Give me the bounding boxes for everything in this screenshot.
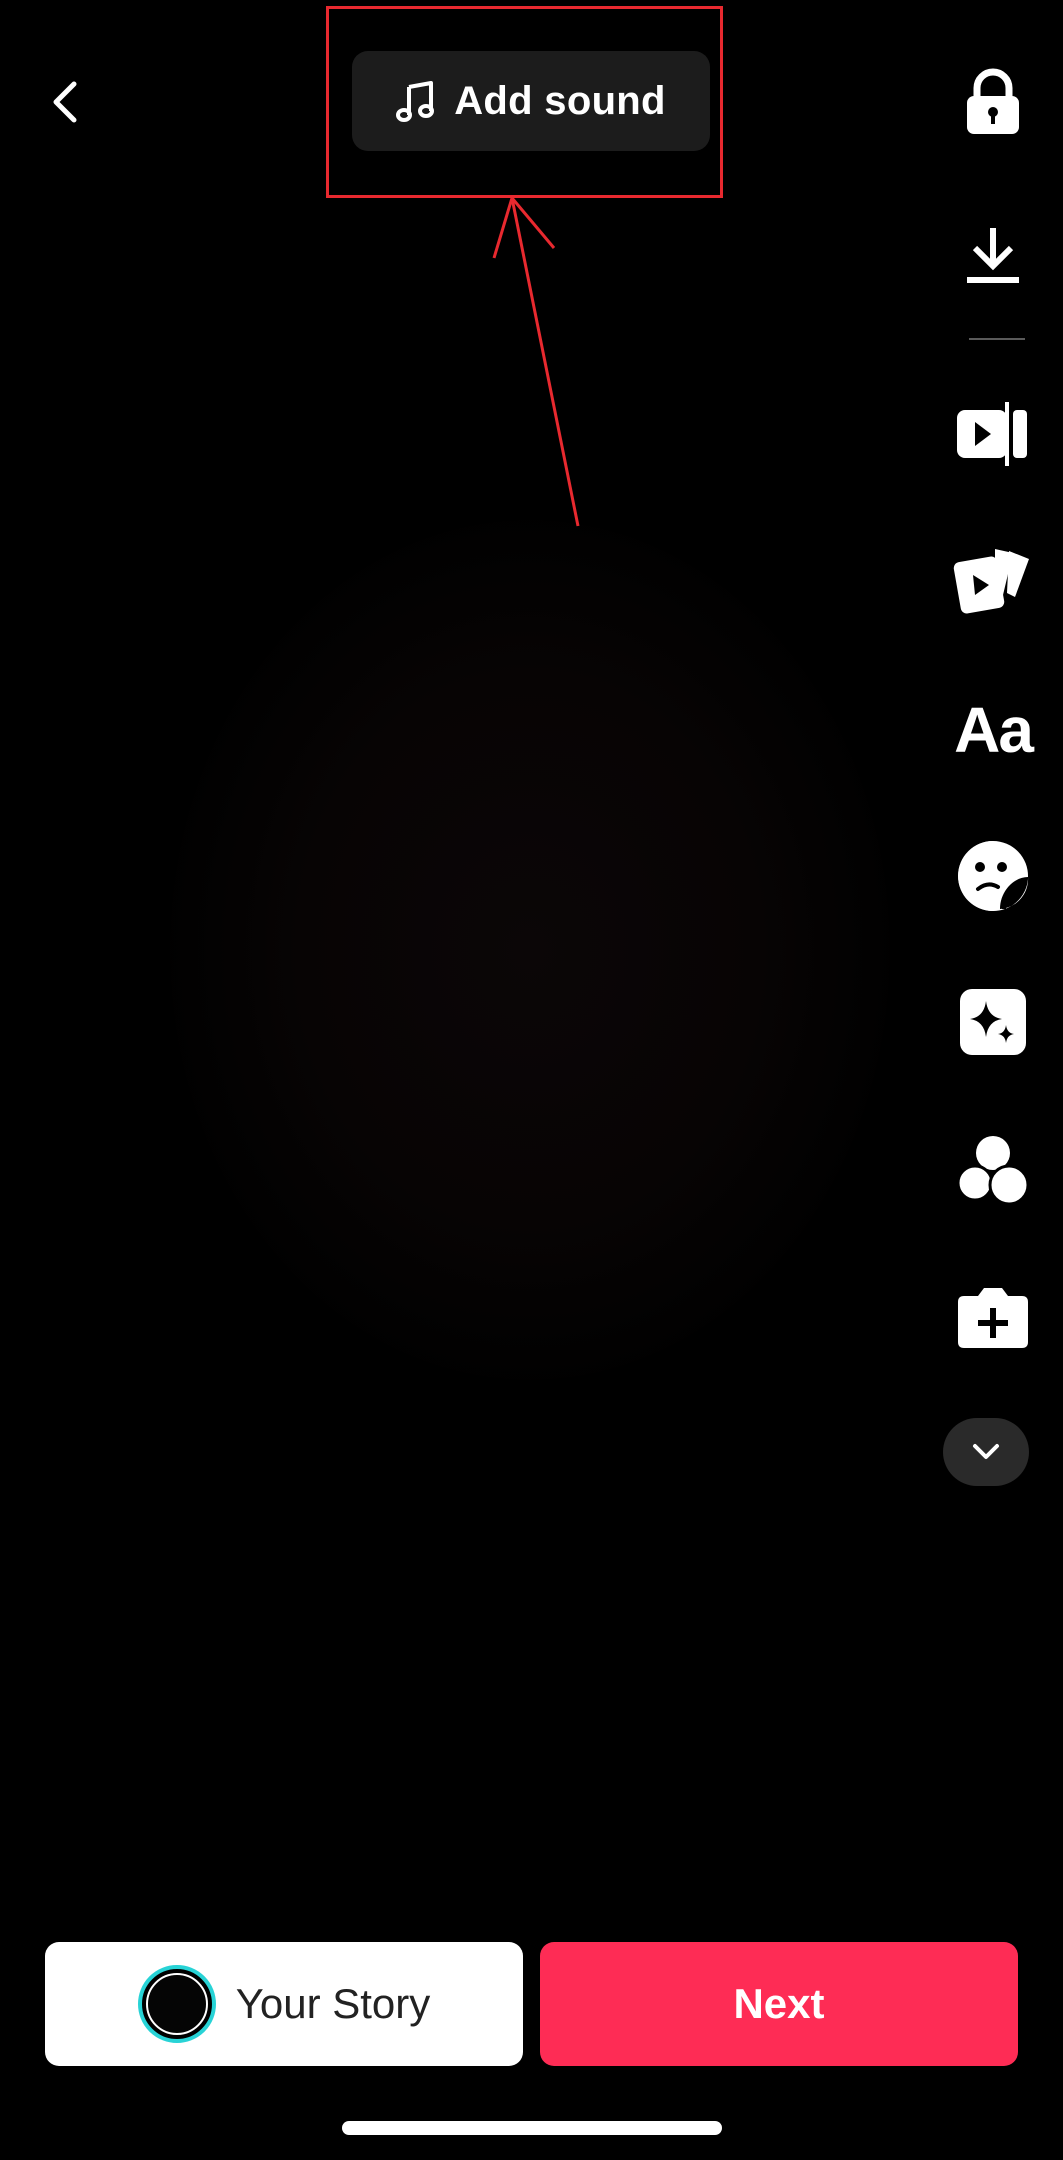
lock-icon xyxy=(967,68,1019,134)
download-icon xyxy=(967,228,1019,283)
sparkle-effects-icon xyxy=(960,989,1026,1055)
lock-button[interactable] xyxy=(943,52,1043,152)
edit-clip-icon xyxy=(957,402,1027,466)
filters-icon xyxy=(956,1136,1030,1206)
download-button[interactable] xyxy=(943,206,1043,306)
more-tools-button[interactable] xyxy=(943,1418,1029,1486)
effects-button[interactable] xyxy=(943,972,1043,1072)
stickers-button[interactable] xyxy=(943,826,1043,926)
video-preview xyxy=(170,520,890,1380)
chevron-left-icon xyxy=(53,81,77,123)
filters-button[interactable] xyxy=(943,1120,1043,1220)
annotation-highlight-box xyxy=(326,6,723,198)
templates-icon xyxy=(953,549,1029,614)
text-icon: Aa xyxy=(954,694,1034,766)
add-clip-button[interactable] xyxy=(943,1268,1043,1368)
your-story-button[interactable]: Your Story xyxy=(45,1942,523,2066)
chevron-down-icon xyxy=(973,1444,999,1459)
your-story-label: Your Story xyxy=(235,1980,431,2027)
edit-clip-button[interactable] xyxy=(943,384,1043,484)
home-indicator xyxy=(342,2121,722,2135)
templates-button[interactable] xyxy=(943,530,1043,630)
text-button[interactable]: Aa xyxy=(943,680,1043,780)
avatar xyxy=(137,1965,216,2043)
back-button[interactable] xyxy=(38,74,94,130)
editing-toolbar: Aa xyxy=(923,0,1063,1520)
camera-plus-icon xyxy=(958,1288,1028,1348)
next-label: Next xyxy=(733,1980,825,2027)
sticker-icon xyxy=(958,841,1029,911)
toolbar-divider xyxy=(969,338,1025,340)
next-button[interactable]: Next xyxy=(540,1942,1018,2066)
